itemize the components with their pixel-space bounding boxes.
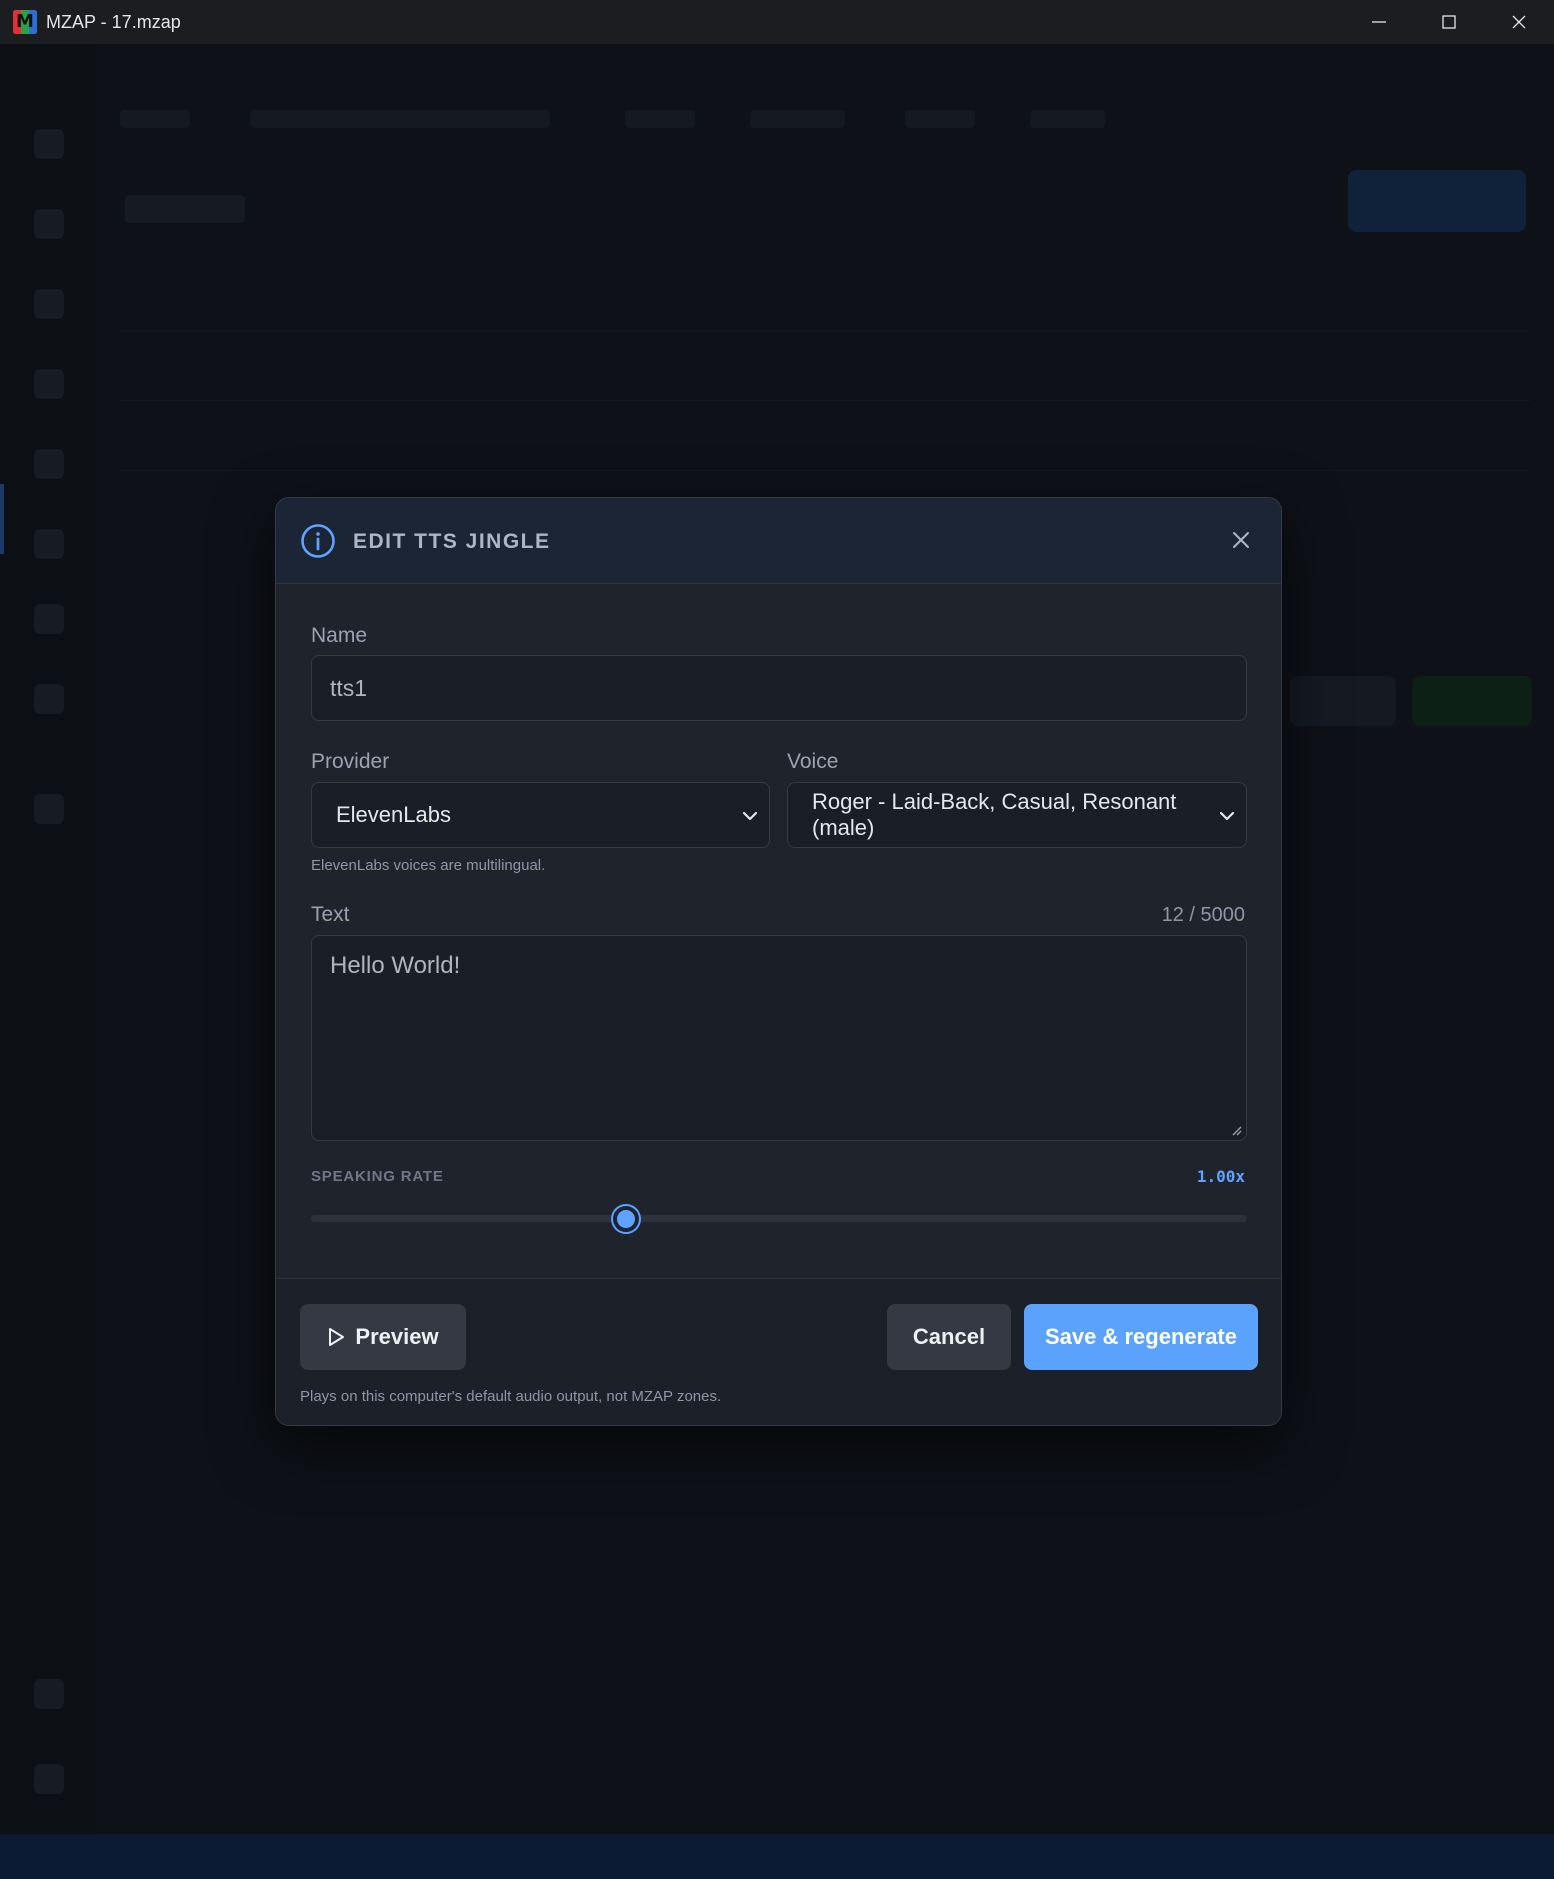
background-primary-button [1348,170,1526,232]
info-icon [301,524,335,558]
sidebar-icon [34,684,64,714]
speaking-rate-slider-track[interactable] [311,1215,1247,1222]
speaking-rate-slider-thumb[interactable] [613,1206,640,1232]
name-label: Name [311,624,368,647]
sidebar-icon [34,449,64,479]
minimize-button[interactable] [1344,0,1414,44]
background-tab [625,110,695,128]
close-icon [1233,532,1249,548]
edit-tts-jingle-dialog: EDIT TTS JINGLE Name tts1 Provider Eleve… [275,497,1282,1426]
sidebar-icon [34,369,64,399]
background-page-title [125,195,245,223]
chevron-down-icon [1219,811,1235,821]
background-row-divider [120,400,1530,401]
text-character-counter: 12 / 5000 [1161,904,1245,926]
sidebar-icon [34,129,64,159]
speaking-rate-value: 1.00x [1196,1167,1245,1186]
app-logo-letter: M [16,11,34,32]
background-row-divider [120,330,1530,331]
background-tab [250,110,550,128]
cancel-button-label: Cancel [912,1324,986,1349]
preview-button[interactable]: Preview [300,1304,466,1370]
preview-hint: Plays on this computer's default audio o… [300,1388,722,1405]
background-success-button [1412,676,1532,726]
minimize-icon [1372,21,1386,23]
background-row-divider [120,470,1530,471]
background-tab [1030,110,1105,128]
sidebar-icon [34,794,64,824]
cancel-button[interactable]: Cancel [887,1304,1011,1370]
resize-grip-icon[interactable] [1230,1124,1242,1136]
play-icon [329,1328,345,1346]
voice-select[interactable]: Roger - Laid-Back, Casual, Resonant (mal… [787,782,1247,848]
provider-hint: ElevenLabs voices are multilingual. [311,857,546,874]
dialog-title: EDIT TTS JINGLE [353,530,551,553]
name-input[interactable]: tts1 [311,655,1247,721]
sidebar-active-indicator [0,484,4,554]
sidebar-icon [34,1764,64,1794]
window-title: MZAP - 17.mzap [46,11,181,32]
preview-button-label: Preview [355,1324,439,1349]
save-regenerate-button[interactable]: Save & regenerate [1024,1304,1258,1370]
background-status-bar [0,1834,1554,1879]
text-label: Text [311,903,350,926]
maximize-button[interactable] [1414,0,1484,44]
close-window-button[interactable] [1484,0,1554,44]
background-secondary-button [1290,676,1396,726]
background-tab [120,110,190,128]
sidebar-icon [34,209,64,239]
speaking-rate-label: SPEAKING RATE [311,1168,444,1185]
maximize-icon [1442,15,1456,29]
provider-select[interactable]: ElevenLabs [311,782,770,848]
window-titlebar: M MZAP - 17.mzap [0,0,1554,44]
background-tab [750,110,845,128]
text-textarea[interactable]: Hello World! [311,935,1247,1141]
chevron-down-icon [742,811,758,821]
sidebar [0,44,96,1834]
sidebar-icon [34,529,64,559]
window-controls [1344,0,1554,44]
save-button-label: Save & regenerate [1045,1324,1237,1349]
text-textarea-value: Hello World! [330,952,461,979]
dialog-header: EDIT TTS JINGLE [276,498,1281,584]
sidebar-icon [34,604,64,634]
voice-selected-value: Roger - Laid-Back, Casual, Resonant (mal… [812,789,1177,840]
voice-label: Voice [787,750,839,773]
app-logo-icon: M [13,10,37,34]
provider-label: Provider [311,750,390,773]
dialog-close-button[interactable] [1223,522,1259,558]
dialog-footer: Preview Cancel Save & regenerate Plays o… [276,1278,1281,1425]
sidebar-icon [34,289,64,319]
provider-selected-value: ElevenLabs [336,802,451,827]
sidebar-icon [34,1679,64,1709]
background-tab [905,110,975,128]
close-icon [1512,15,1526,29]
